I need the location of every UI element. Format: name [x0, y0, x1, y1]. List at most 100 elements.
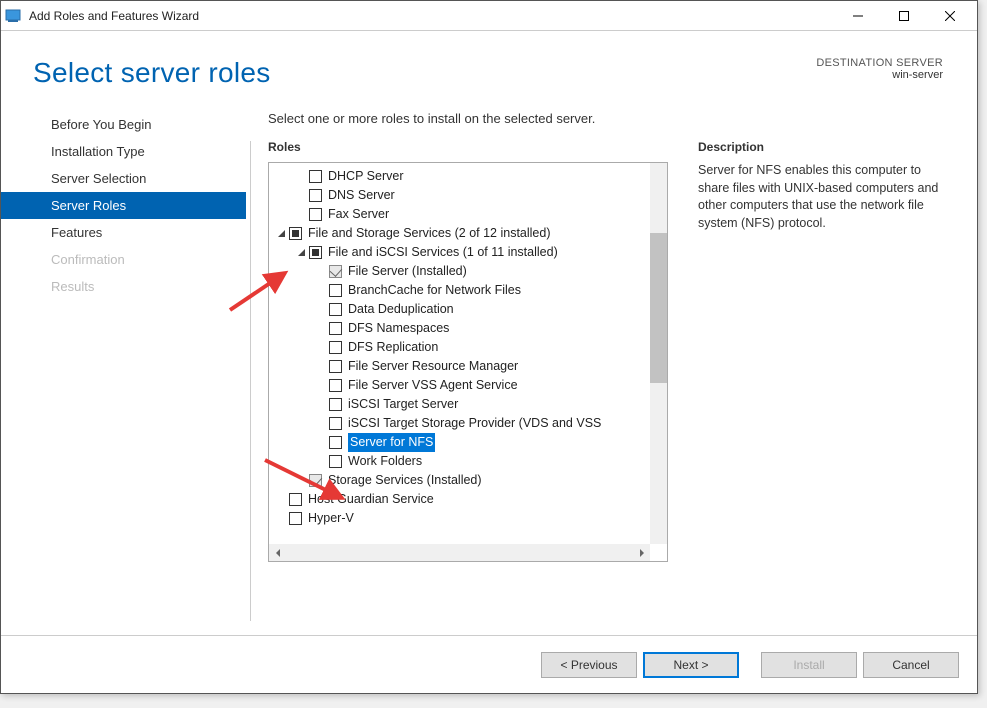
tree-item-label[interactable]: iSCSI Target Storage Provider (VDS and V…: [348, 414, 601, 433]
checkbox[interactable]: [329, 303, 342, 316]
tree-item[interactable]: DFS Namespaces: [269, 319, 667, 338]
checkbox[interactable]: [329, 436, 342, 449]
tree-item-label[interactable]: Host Guardian Service: [308, 490, 434, 509]
horizontal-scrollbar[interactable]: [269, 544, 650, 561]
tree-item-label[interactable]: Data Deduplication: [348, 300, 454, 319]
description-text: Server for NFS enables this computer to …: [698, 162, 955, 232]
tree-item-label[interactable]: iSCSI Target Server: [348, 395, 458, 414]
destination-name: win-server: [816, 69, 943, 81]
tree-item-label[interactable]: Hyper-V: [308, 509, 354, 528]
tree-item[interactable]: Storage Services (Installed): [269, 471, 667, 490]
wizard-window: Add Roles and Features Wizard Select ser…: [0, 0, 978, 694]
tree-item-label[interactable]: DFS Namespaces: [348, 319, 449, 338]
vertical-scrollbar-thumb[interactable]: [650, 233, 667, 383]
tree-item-label[interactable]: DHCP Server: [328, 167, 403, 186]
tree-item[interactable]: BranchCache for Network Files: [269, 281, 667, 300]
checkbox[interactable]: [309, 474, 322, 487]
tree-item-label[interactable]: DNS Server: [328, 186, 395, 205]
window-controls: [835, 1, 973, 30]
window-title: Add Roles and Features Wizard: [29, 9, 835, 23]
roles-tree-viewport: DHCP ServerDNS ServerFax ServerFile and …: [269, 163, 667, 544]
tree-item-label[interactable]: File Server VSS Agent Service: [348, 376, 518, 395]
tree-item[interactable]: iSCSI Target Server: [269, 395, 667, 414]
cancel-button[interactable]: Cancel: [863, 652, 959, 678]
checkbox[interactable]: [309, 170, 322, 183]
tree-item[interactable]: DHCP Server: [269, 167, 667, 186]
checkbox[interactable]: [289, 227, 302, 240]
maximize-button[interactable]: [881, 1, 927, 30]
nav-item-features[interactable]: Features: [1, 219, 246, 246]
tree-item-label[interactable]: Work Folders: [348, 452, 422, 471]
page-title: Select server roles: [33, 57, 271, 89]
tree-item[interactable]: File Server VSS Agent Service: [269, 376, 667, 395]
tree-item-label[interactable]: BranchCache for Network Files: [348, 281, 521, 300]
install-button[interactable]: Install: [761, 652, 857, 678]
checkbox[interactable]: [289, 493, 302, 506]
title-bar: Add Roles and Features Wizard: [1, 1, 977, 31]
checkbox[interactable]: [329, 379, 342, 392]
scroll-right-icon[interactable]: [633, 544, 650, 561]
description-label: Description: [698, 140, 955, 154]
previous-button[interactable]: < Previous: [541, 652, 637, 678]
footer-buttons: < Previous Next > Install Cancel: [1, 635, 977, 693]
header: Select server roles DESTINATION SERVER w…: [1, 31, 977, 97]
nav-item-installation-type[interactable]: Installation Type: [1, 138, 246, 165]
tree-item[interactable]: DFS Replication: [269, 338, 667, 357]
instruction-text: Select one or more roles to install on t…: [268, 111, 955, 126]
expander-icon[interactable]: [275, 229, 287, 238]
destination-info: DESTINATION SERVER win-server: [816, 57, 943, 81]
checkbox[interactable]: [329, 265, 342, 278]
nav-sidebar: Before You BeginInstallation TypeServer …: [1, 97, 246, 627]
tree-item-label[interactable]: File Server Resource Manager: [348, 357, 518, 376]
tree-item[interactable]: File and iSCSI Services (1 of 11 install…: [269, 243, 667, 262]
expander-icon[interactable]: [295, 248, 307, 257]
checkbox[interactable]: [329, 322, 342, 335]
description-column: Description Server for NFS enables this …: [698, 140, 955, 562]
checkbox[interactable]: [309, 246, 322, 259]
next-button[interactable]: Next >: [643, 652, 739, 678]
checkbox[interactable]: [309, 208, 322, 221]
tree-item[interactable]: File Server Resource Manager: [269, 357, 667, 376]
tree-item-label[interactable]: Server for NFS: [348, 433, 435, 452]
checkbox[interactable]: [329, 398, 342, 411]
nav-item-server-selection[interactable]: Server Selection: [1, 165, 246, 192]
roles-label: Roles: [268, 140, 668, 154]
tree-item-label[interactable]: File Server (Installed): [348, 262, 467, 281]
nav-item-before-you-begin[interactable]: Before You Begin: [1, 111, 246, 138]
nav-item-confirmation: Confirmation: [1, 246, 246, 273]
checkbox[interactable]: [329, 360, 342, 373]
tree-item-label[interactable]: DFS Replication: [348, 338, 438, 357]
tree-item[interactable]: iSCSI Target Storage Provider (VDS and V…: [269, 414, 667, 433]
server-manager-icon: [5, 8, 21, 24]
tree-item[interactable]: Hyper-V: [269, 509, 667, 528]
checkbox[interactable]: [329, 341, 342, 354]
tree-item[interactable]: Server for NFS: [269, 433, 667, 452]
tree-item-label[interactable]: Storage Services (Installed): [328, 471, 482, 490]
close-button[interactable]: [927, 1, 973, 30]
roles-tree[interactable]: DHCP ServerDNS ServerFax ServerFile and …: [269, 163, 667, 532]
checkbox[interactable]: [309, 189, 322, 202]
tree-item[interactable]: Data Deduplication: [269, 300, 667, 319]
checkbox[interactable]: [329, 455, 342, 468]
vertical-scrollbar[interactable]: [650, 163, 667, 544]
tree-item[interactable]: DNS Server: [269, 186, 667, 205]
tree-item-label[interactable]: Fax Server: [328, 205, 389, 224]
checkbox[interactable]: [329, 417, 342, 430]
nav-divider: [250, 141, 251, 621]
scroll-left-icon[interactable]: [269, 544, 286, 561]
tree-item[interactable]: File Server (Installed): [269, 262, 667, 281]
tree-item[interactable]: File and Storage Services (2 of 12 insta…: [269, 224, 667, 243]
nav-item-results: Results: [1, 273, 246, 300]
minimize-button[interactable]: [835, 1, 881, 30]
checkbox[interactable]: [329, 284, 342, 297]
destination-label: DESTINATION SERVER: [816, 57, 943, 69]
tree-item[interactable]: Fax Server: [269, 205, 667, 224]
tree-item[interactable]: Host Guardian Service: [269, 490, 667, 509]
main-content: Select one or more roles to install on t…: [246, 97, 977, 627]
body: Before You BeginInstallation TypeServer …: [1, 97, 977, 627]
tree-item-label[interactable]: File and iSCSI Services (1 of 11 install…: [328, 243, 558, 262]
checkbox[interactable]: [289, 512, 302, 525]
nav-item-server-roles[interactable]: Server Roles: [1, 192, 246, 219]
tree-item[interactable]: Work Folders: [269, 452, 667, 471]
tree-item-label[interactable]: File and Storage Services (2 of 12 insta…: [308, 224, 551, 243]
